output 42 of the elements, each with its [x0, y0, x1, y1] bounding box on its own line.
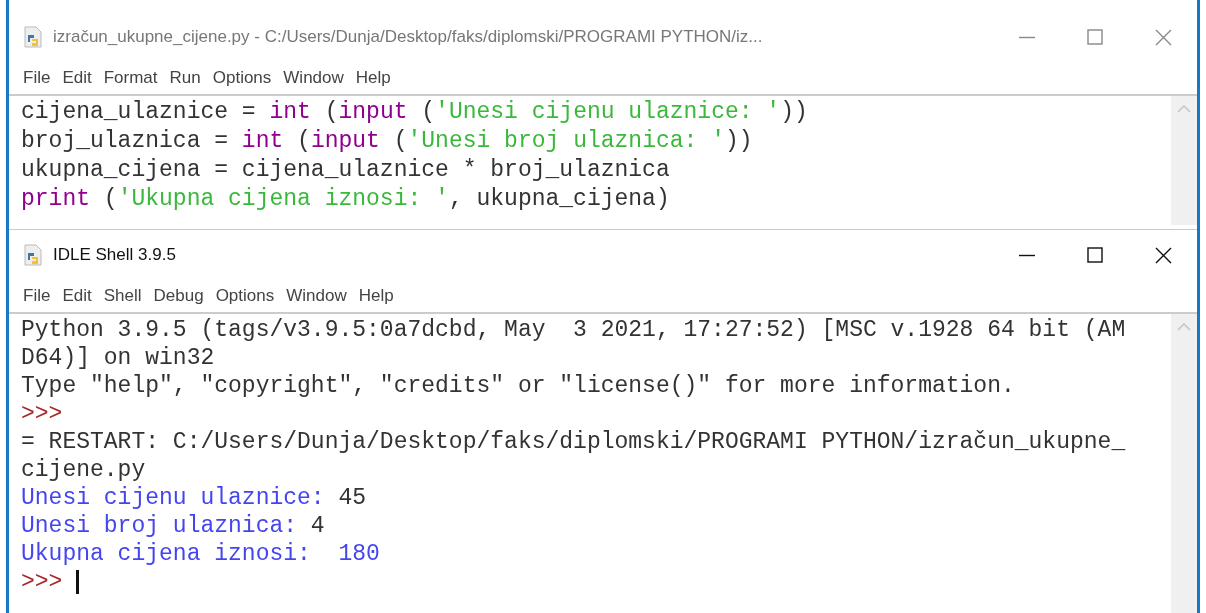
menu-item[interactable]: Window — [280, 283, 353, 309]
scrollbar[interactable] — [1171, 96, 1197, 225]
menu-item[interactable]: Help — [352, 283, 400, 309]
code-line: cijena_ulaznice = int (input ('Unesi cijenu ulaznice: ')) — [21, 98, 809, 127]
shell-line: >>> — [21, 400, 64, 428]
shell-line: Unesi broj ulaznica: 4 — [21, 512, 326, 540]
python-file-icon — [23, 244, 43, 266]
shell-prompt: >>> — [21, 568, 64, 596]
menu-item[interactable]: Edit — [56, 283, 98, 309]
menu-item[interactable]: Options — [206, 65, 278, 91]
maximize-icon — [1087, 247, 1103, 263]
code-line: ukupna_cijena = cijena_ulaznice * broj_ulaznica — [21, 156, 671, 185]
menu-item[interactable]: File — [17, 65, 57, 91]
shell-line: Unesi cijenu ulaznice: 45 — [21, 484, 368, 512]
scrollbar[interactable] — [1171, 314, 1197, 613]
menu-item[interactable]: Shell — [97, 283, 148, 309]
python-file-icon — [23, 26, 43, 48]
menu-item[interactable]: Options — [209, 283, 281, 309]
menu-item[interactable]: Help — [349, 65, 397, 91]
minimize-icon — [1019, 35, 1035, 39]
close-icon — [1154, 28, 1172, 46]
scroll-up-icon — [1177, 104, 1191, 113]
code-line: broj_ulaznica = int (input ('Unesi broj ulaznica: ')) — [21, 127, 754, 156]
close-icon — [1154, 246, 1172, 264]
menu-item[interactable]: Window — [277, 65, 350, 91]
shell-line: cijene.py — [21, 456, 147, 484]
menu-item[interactable]: Edit — [56, 65, 98, 91]
menu-item[interactable]: File — [17, 283, 57, 309]
shell-line: Ukupna cijena iznosi: 180 — [21, 540, 381, 568]
window-title: izračun_ukupne_cijene.py - C:/Users/Dunja/Desktop/faks/diplomski/PROGRAMI PYTHON/iz... — [53, 26, 764, 49]
shell-line: D64)] on win32 — [21, 344, 216, 372]
shell-line: Type "help", "copyright", "credits" or "license()" for more information. — [21, 372, 1016, 400]
shell-line: Python 3.9.5 (tags/v3.9.5:0a7dcbd, May 3 2021, 17:27:52) [MSC v.1928 64 bit (AM — [21, 316, 1127, 344]
shell-line: = RESTART: C:/Users/Dunja/Desktop/faks/diplomski/PROGRAMI PYTHON/izračun_ukupne_ — [21, 428, 1127, 456]
minimize-icon — [1019, 253, 1035, 257]
maximize-icon — [1087, 29, 1103, 45]
window-title: IDLE Shell 3.9.5 — [53, 244, 177, 267]
menu-item[interactable]: Debug — [147, 283, 210, 309]
menu-item[interactable]: Format — [97, 65, 164, 91]
menu-item[interactable]: Run — [163, 65, 207, 91]
code-line: print ('Ukupna cijena iznosi: ', ukupna_cijena) — [21, 185, 671, 214]
scroll-up-icon — [1177, 322, 1191, 331]
